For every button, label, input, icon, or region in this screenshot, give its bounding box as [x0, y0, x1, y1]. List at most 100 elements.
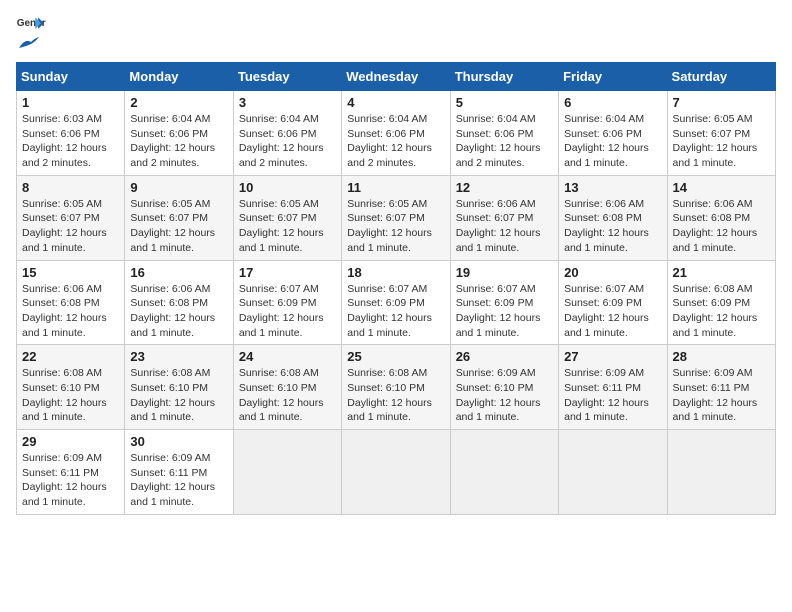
day-number: 2 [130, 95, 227, 110]
col-header-thursday: Thursday [450, 63, 558, 91]
day-info: Sunrise: 6:06 AMSunset: 6:08 PMDaylight:… [673, 197, 770, 256]
day-number: 21 [673, 265, 770, 280]
day-number: 30 [130, 434, 227, 449]
day-info: Sunrise: 6:05 AMSunset: 6:07 PMDaylight:… [239, 197, 336, 256]
day-info: Sunrise: 6:08 AMSunset: 6:10 PMDaylight:… [130, 366, 227, 425]
col-header-tuesday: Tuesday [233, 63, 341, 91]
col-header-wednesday: Wednesday [342, 63, 450, 91]
calendar-cell: 27Sunrise: 6:09 AMSunset: 6:11 PMDayligh… [559, 345, 667, 430]
day-number: 13 [564, 180, 661, 195]
logo: General [16, 16, 50, 52]
day-number: 3 [239, 95, 336, 110]
day-info: Sunrise: 6:05 AMSunset: 6:07 PMDaylight:… [22, 197, 119, 256]
day-info: Sunrise: 6:04 AMSunset: 6:06 PMDaylight:… [130, 112, 227, 171]
calendar-cell: 7 Sunrise: 6:05 AMSunset: 6:07 PMDaylight… [667, 91, 775, 176]
logo-bird-icon [17, 36, 39, 52]
calendar-cell: 8 Sunrise: 6:05 AMSunset: 6:07 PMDaylight… [17, 175, 125, 260]
day-number: 24 [239, 349, 336, 364]
day-number: 14 [673, 180, 770, 195]
logo-icon: General [16, 16, 46, 36]
calendar-cell: 9 Sunrise: 6:05 AMSunset: 6:07 PMDaylight… [125, 175, 233, 260]
calendar-cell [667, 430, 775, 515]
day-number: 5 [456, 95, 553, 110]
day-number: 8 [22, 180, 119, 195]
calendar-cell: 25 Sunrise: 6:08 AMSunset: 6:10 PMDayligh… [342, 345, 450, 430]
day-info: Sunrise: 6:07 AMSunset: 6:09 PMDaylight:… [564, 282, 661, 341]
col-header-sunday: Sunday [17, 63, 125, 91]
day-info: Sunrise: 6:07 AMSunset: 6:09 PMDaylight:… [456, 282, 553, 341]
calendar-cell: 21 Sunrise: 6:08 AMSunset: 6:09 PMDayligh… [667, 260, 775, 345]
page-header: General [16, 16, 776, 52]
calendar-cell: 1 Sunrise: 6:03 AMSunset: 6:06 PMDaylight… [17, 91, 125, 176]
day-info: Sunrise: 6:08 AMSunset: 6:10 PMDaylight:… [239, 366, 336, 425]
day-number: 1 [22, 95, 119, 110]
day-info: Sunrise: 6:09 AMSunset: 6:11 PMDaylight:… [130, 451, 227, 510]
day-number: 17 [239, 265, 336, 280]
day-info: Sunrise: 6:05 AMSunset: 6:07 PMDaylight:… [673, 112, 770, 171]
col-header-friday: Friday [559, 63, 667, 91]
day-info: Sunrise: 6:09 AMSunset: 6:10 PMDaylight:… [456, 366, 553, 425]
day-number: 12 [456, 180, 553, 195]
day-number: 10 [239, 180, 336, 195]
day-info: Sunrise: 6:07 AMSunset: 6:09 PMDaylight:… [239, 282, 336, 341]
day-number: 9 [130, 180, 227, 195]
day-info: Sunrise: 6:07 AMSunset: 6:09 PMDaylight:… [347, 282, 444, 341]
calendar-table: SundayMondayTuesdayWednesdayThursdayFrid… [16, 62, 776, 515]
day-info: Sunrise: 6:08 AMSunset: 6:10 PMDaylight:… [22, 366, 119, 425]
calendar-cell: 26 Sunrise: 6:09 AMSunset: 6:10 PMDayligh… [450, 345, 558, 430]
calendar-cell: 22 Sunrise: 6:08 AMSunset: 6:10 PMDayligh… [17, 345, 125, 430]
day-number: 18 [347, 265, 444, 280]
calendar-cell: 19 Sunrise: 6:07 AMSunset: 6:09 PMDayligh… [450, 260, 558, 345]
calendar-cell [559, 430, 667, 515]
day-number: 6 [564, 95, 661, 110]
day-info: Sunrise: 6:04 AMSunset: 6:06 PMDaylight:… [347, 112, 444, 171]
calendar-cell: 2 Sunrise: 6:04 AMSunset: 6:06 PMDaylight… [125, 91, 233, 176]
calendar-cell: 18 Sunrise: 6:07 AMSunset: 6:09 PMDayligh… [342, 260, 450, 345]
day-number: 25 [347, 349, 444, 364]
calendar-cell [233, 430, 341, 515]
calendar-cell: 28 Sunrise: 6:09 AMSunset: 6:11 PMDayligh… [667, 345, 775, 430]
calendar-cell: 30 Sunrise: 6:09 AMSunset: 6:11 PMDayligh… [125, 430, 233, 515]
day-number: 29 [22, 434, 119, 449]
calendar-cell: 20 Sunrise: 6:07 AMSunset: 6:09 PMDayligh… [559, 260, 667, 345]
day-info: Sunrise: 6:09 AMSunset: 6:11 PMDaylight:… [673, 366, 770, 425]
day-number: 22 [22, 349, 119, 364]
calendar-cell [342, 430, 450, 515]
day-number: 26 [456, 349, 553, 364]
calendar-cell: 13 Sunrise: 6:06 AMSunset: 6:08 PMDayligh… [559, 175, 667, 260]
calendar-cell: 16 Sunrise: 6:06 AMSunset: 6:08 PMDayligh… [125, 260, 233, 345]
day-number: 15 [22, 265, 119, 280]
calendar-cell: 5Sunrise: 6:04 AMSunset: 6:06 PMDaylight… [450, 91, 558, 176]
calendar-cell: 3Sunrise: 6:04 AMSunset: 6:06 PMDaylight… [233, 91, 341, 176]
day-number: 16 [130, 265, 227, 280]
day-number: 7 [673, 95, 770, 110]
day-info: Sunrise: 6:06 AMSunset: 6:08 PMDaylight:… [130, 282, 227, 341]
col-header-monday: Monday [125, 63, 233, 91]
day-number: 20 [564, 265, 661, 280]
calendar-cell: 23 Sunrise: 6:08 AMSunset: 6:10 PMDayligh… [125, 345, 233, 430]
calendar-cell: 11Sunrise: 6:05 AMSunset: 6:07 PMDayligh… [342, 175, 450, 260]
day-number: 28 [673, 349, 770, 364]
day-info: Sunrise: 6:03 AMSunset: 6:06 PMDaylight:… [22, 112, 119, 171]
calendar-cell [450, 430, 558, 515]
day-info: Sunrise: 6:06 AMSunset: 6:08 PMDaylight:… [564, 197, 661, 256]
calendar-cell: 12Sunrise: 6:06 AMSunset: 6:07 PMDayligh… [450, 175, 558, 260]
calendar-cell: 24 Sunrise: 6:08 AMSunset: 6:10 PMDayligh… [233, 345, 341, 430]
day-info: Sunrise: 6:04 AMSunset: 6:06 PMDaylight:… [564, 112, 661, 171]
day-info: Sunrise: 6:05 AMSunset: 6:07 PMDaylight:… [347, 197, 444, 256]
day-info: Sunrise: 6:09 AMSunset: 6:11 PMDaylight:… [564, 366, 661, 425]
day-info: Sunrise: 6:05 AMSunset: 6:07 PMDaylight:… [130, 197, 227, 256]
calendar-cell: 10 Sunrise: 6:05 AMSunset: 6:07 PMDayligh… [233, 175, 341, 260]
day-number: 4 [347, 95, 444, 110]
calendar-cell: 4 Sunrise: 6:04 AMSunset: 6:06 PMDaylight… [342, 91, 450, 176]
calendar-cell: 29Sunrise: 6:09 AMSunset: 6:11 PMDayligh… [17, 430, 125, 515]
day-info: Sunrise: 6:08 AMSunset: 6:10 PMDaylight:… [347, 366, 444, 425]
day-number: 23 [130, 349, 227, 364]
col-header-saturday: Saturday [667, 63, 775, 91]
calendar-cell: 6 Sunrise: 6:04 AMSunset: 6:06 PMDaylight… [559, 91, 667, 176]
day-info: Sunrise: 6:08 AMSunset: 6:09 PMDaylight:… [673, 282, 770, 341]
day-number: 19 [456, 265, 553, 280]
calendar-cell: 17 Sunrise: 6:07 AMSunset: 6:09 PMDayligh… [233, 260, 341, 345]
calendar-cell: 14 Sunrise: 6:06 AMSunset: 6:08 PMDayligh… [667, 175, 775, 260]
day-info: Sunrise: 6:06 AMSunset: 6:08 PMDaylight:… [22, 282, 119, 341]
